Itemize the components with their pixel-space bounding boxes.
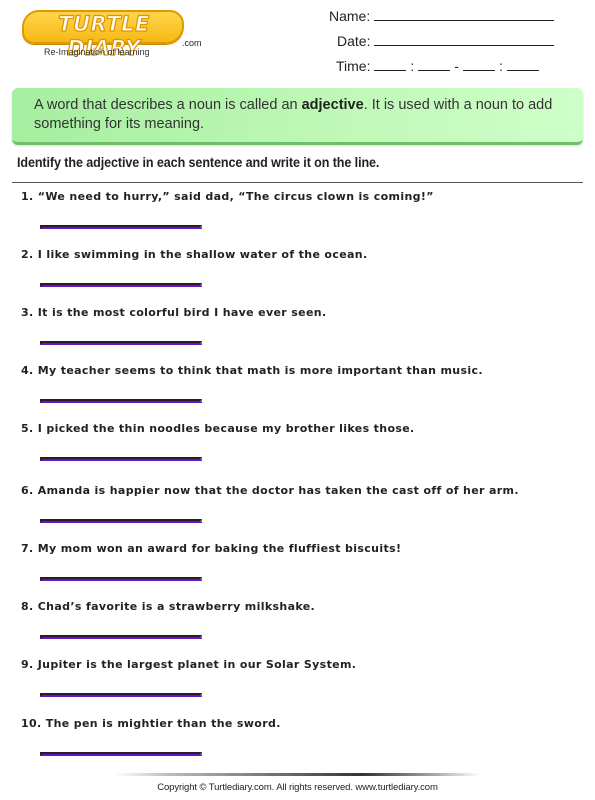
name-label: Name: — [329, 8, 371, 24]
date-field[interactable] — [374, 34, 555, 46]
question-number: 6. — [21, 484, 34, 497]
question-text: 5. I picked the thin noodles because my … — [21, 422, 415, 435]
turtle-diary-logo: TURTLE DIARY .com Re-Imagination of lear… — [22, 10, 212, 61]
question-number: 5. — [21, 422, 34, 435]
question-item: 9. Jupiter is the largest planet in our … — [21, 658, 581, 708]
question-sentence: Chad’s favorite is a strawberry milkshak… — [37, 600, 316, 613]
answer-input[interactable] — [40, 341, 202, 345]
instruction-heading: Identify the adjective in each sentence … — [17, 155, 380, 170]
section-divider — [12, 182, 583, 183]
question-text: 2. I like swimming in the shallow water … — [21, 248, 368, 261]
question-sentence: I like swimming in the shallow water of … — [37, 248, 368, 261]
question-text: 9. Jupiter is the largest planet in our … — [21, 658, 356, 671]
question-item: 10. The pen is mightier than the sword. — [21, 717, 581, 767]
answer-input[interactable] — [40, 457, 202, 461]
question-number: 1. — [21, 190, 34, 203]
question-text: 10. The pen is mightier than the sword. — [21, 717, 281, 730]
footer-divider — [115, 773, 480, 776]
question-item: 3. It is the most colorful bird I have e… — [21, 306, 581, 356]
question-sentence: “We need to hurry,” said dad, “The circu… — [37, 190, 434, 203]
start-hour-field[interactable] — [374, 59, 407, 71]
date-label: Date: — [337, 33, 371, 49]
time-separator: : — [498, 58, 503, 74]
question-item: 4. My teacher seems to think that math i… — [21, 364, 581, 414]
answer-input[interactable] — [40, 752, 202, 756]
question-number: 2. — [21, 248, 34, 261]
question-sentence: Jupiter is the largest planet in our Sol… — [37, 658, 357, 671]
answer-input[interactable] — [40, 635, 202, 639]
question-item: 8. Chad’s favorite is a strawberry milks… — [21, 600, 581, 650]
question-sentence: My mom won an award for baking the fluff… — [37, 542, 402, 555]
definition-text: A word that describes a noun is called a… — [34, 96, 574, 134]
answer-input[interactable] — [40, 399, 202, 403]
question-item: 7. My mom won an award for baking the fl… — [21, 542, 581, 592]
answer-input[interactable] — [40, 693, 202, 697]
question-item: 6. Amanda is happier now that the doctor… — [21, 484, 581, 534]
answer-input[interactable] — [40, 283, 202, 287]
question-text: 8. Chad’s favorite is a strawberry milks… — [21, 600, 315, 613]
question-text: 1. “We need to hurry,” said dad, “The ci… — [21, 190, 434, 203]
answer-input[interactable] — [40, 519, 202, 523]
question-sentence: My teacher seems to think that math is m… — [37, 364, 483, 377]
name-field[interactable] — [374, 9, 555, 21]
question-sentence: The pen is mightier than the sword. — [45, 717, 281, 730]
question-number: 9. — [21, 658, 34, 671]
question-item: 5. I picked the thin noodles because my … — [21, 422, 581, 472]
end-minute-field[interactable] — [506, 59, 539, 71]
time-range-separator: - — [454, 58, 459, 74]
copyright-text: Copyright © Turtlediary.com. All rights … — [157, 782, 438, 793]
definition-term: adjective — [301, 97, 364, 113]
question-item: 1. “We need to hurry,” said dad, “The ci… — [21, 190, 581, 240]
question-text: 7. My mom won an award for baking the fl… — [21, 542, 401, 555]
question-text: 4. My teacher seems to think that math i… — [21, 364, 483, 377]
question-text: 3. It is the most colorful bird I have e… — [21, 306, 326, 319]
question-number: 10. — [21, 717, 42, 730]
name-field-row: Name: — [329, 8, 555, 24]
logo-domain-suffix: .com — [182, 38, 202, 48]
question-number: 4. — [21, 364, 34, 377]
question-item: 2. I like swimming in the shallow water … — [21, 248, 581, 298]
start-minute-field[interactable] — [418, 59, 451, 71]
definition-text-before: A word that describes a noun is called a… — [34, 97, 302, 113]
time-separator: : — [410, 58, 415, 74]
question-sentence: It is the most colorful bird I have ever… — [37, 306, 327, 319]
time-label: Time: — [336, 58, 371, 74]
question-number: 7. — [21, 542, 34, 555]
logo-tagline: Re-Imagination of learning — [44, 47, 150, 57]
answer-input[interactable] — [40, 577, 202, 581]
question-sentence: Amanda is happier now that the doctor ha… — [37, 484, 519, 497]
end-hour-field[interactable] — [462, 59, 495, 71]
question-number: 8. — [21, 600, 34, 613]
time-field-row: Time: : -: — [336, 58, 539, 74]
definition-box: A word that describes a noun is called a… — [12, 88, 583, 145]
question-sentence: I picked the thin noodles because my bro… — [37, 422, 415, 435]
date-field-row: Date: — [337, 33, 555, 49]
question-number: 3. — [21, 306, 34, 319]
question-text: 6. Amanda is happier now that the doctor… — [21, 484, 519, 497]
answer-input[interactable] — [40, 225, 202, 229]
